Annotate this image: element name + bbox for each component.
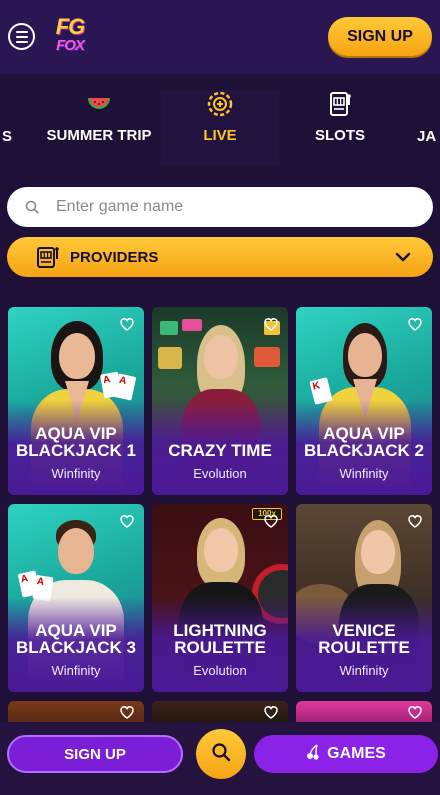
- favorite-heart-icon[interactable]: [119, 705, 135, 719]
- game-card[interactable]: CRAZY TIME Evolution: [152, 307, 288, 495]
- game-title: CRAZY TIME: [168, 441, 272, 460]
- favorite-heart-icon[interactable]: [407, 317, 423, 331]
- game-title: LIGHTNING ROULETTE: [173, 621, 267, 657]
- favorite-heart-icon[interactable]: [263, 317, 279, 331]
- favorite-heart-icon[interactable]: [263, 514, 279, 528]
- sign-up-button[interactable]: SIGN UP: [328, 17, 432, 56]
- top-header: FG FOX SIGN UP: [0, 0, 440, 74]
- tab-slots[interactable]: SLOTS: [281, 90, 399, 166]
- game-card[interactable]: A A AQUA VIP BLACKJACK 3 Winfinity: [8, 504, 144, 692]
- game-title: VENICE ROULETTE: [318, 621, 410, 657]
- bottom-navigation-bar: SIGN UP GAMES: [0, 722, 440, 795]
- search-input[interactable]: [56, 198, 396, 216]
- live-chip-icon: [206, 90, 234, 118]
- bottom-search-button[interactable]: [196, 729, 246, 779]
- game-card[interactable]: A A AQUA VIP BLACKJACK 1 Winfinity: [8, 307, 144, 495]
- providers-label: PROVIDERS: [70, 248, 159, 266]
- tab-live[interactable]: LIVE: [161, 90, 279, 166]
- game-provider: Winfinity: [51, 663, 101, 678]
- search-icon: [25, 200, 39, 214]
- slot-machine-icon: [36, 245, 60, 269]
- favorite-heart-icon[interactable]: [263, 705, 279, 719]
- tab-partial-right[interactable]: JA: [417, 128, 436, 145]
- bottom-sign-up-button[interactable]: SIGN UP: [7, 735, 183, 773]
- game-provider: Evolution: [193, 663, 247, 678]
- cherries-icon: [306, 743, 320, 765]
- slot-machine-icon: [326, 90, 354, 118]
- game-title: AQUA VIP BLACKJACK 2: [304, 424, 424, 460]
- game-provider: Winfinity: [51, 466, 101, 481]
- favorite-heart-icon[interactable]: [407, 705, 423, 719]
- watermelon-icon: [85, 90, 113, 118]
- category-tabs: S SUMMER TRIP LIVE SLOTS JA: [0, 74, 440, 172]
- tab-partial-left[interactable]: S: [2, 128, 12, 145]
- games-label: GAMES: [327, 745, 386, 762]
- game-title: AQUA VIP BLACKJACK 3: [16, 621, 136, 657]
- game-card[interactable]: 100x LIGHTNING ROULETTE Evolution: [152, 504, 288, 692]
- game-provider: Evolution: [193, 466, 247, 481]
- tab-label: SUMMER TRIP: [46, 127, 152, 144]
- tab-label: LIVE: [203, 127, 237, 144]
- game-title: AQUA VIP BLACKJACK 1: [16, 424, 136, 460]
- fgfox-logo[interactable]: FG FOX: [49, 16, 91, 55]
- favorite-heart-icon[interactable]: [407, 514, 423, 528]
- favorite-heart-icon[interactable]: [119, 317, 135, 331]
- tab-summer-trip[interactable]: SUMMER TRIP: [40, 90, 158, 166]
- game-provider: Winfinity: [339, 466, 389, 481]
- tab-label: SLOTS: [314, 127, 365, 144]
- search-icon: [211, 742, 231, 767]
- game-search-bar: [7, 187, 433, 227]
- game-card[interactable]: K AQUA VIP BLACKJACK 2 Winfinity: [296, 307, 432, 495]
- providers-dropdown[interactable]: PROVIDERS: [7, 237, 433, 277]
- chevron-down-icon: [395, 249, 411, 266]
- favorite-heart-icon[interactable]: [119, 514, 135, 528]
- game-provider: Winfinity: [339, 663, 389, 678]
- hamburger-menu-icon[interactable]: [8, 23, 35, 50]
- game-card[interactable]: VENICE ROULETTE Winfinity: [296, 504, 432, 692]
- games-button[interactable]: GAMES: [254, 735, 438, 773]
